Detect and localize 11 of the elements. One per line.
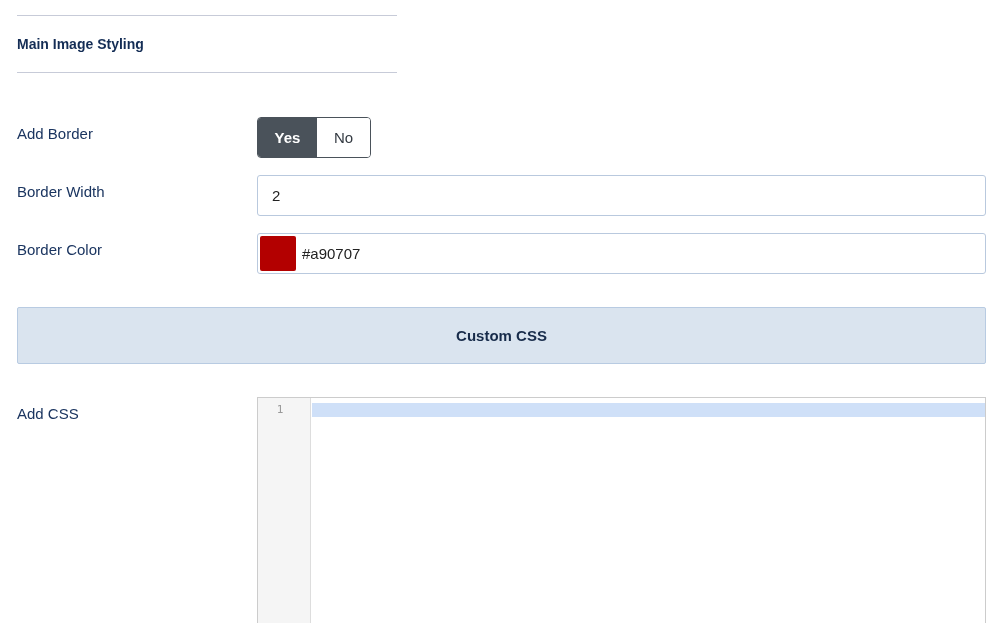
field-label: Border Color bbox=[17, 240, 104, 258]
line-number: 1 bbox=[276, 403, 284, 417]
field-label: Add Border bbox=[17, 124, 94, 142]
section-heading: Main Image Styling bbox=[17, 36, 144, 52]
field-label: Add CSS bbox=[17, 404, 80, 422]
color-input-field[interactable]: #a90707 bbox=[257, 233, 986, 274]
section-header-bar: Custom CSS bbox=[17, 307, 986, 364]
color-swatch-icon[interactable] bbox=[260, 236, 296, 271]
field-label: Border Width bbox=[17, 182, 106, 200]
text-input-field[interactable]: 2 bbox=[257, 175, 986, 216]
toggle-option[interactable]: Yes bbox=[258, 118, 317, 157]
